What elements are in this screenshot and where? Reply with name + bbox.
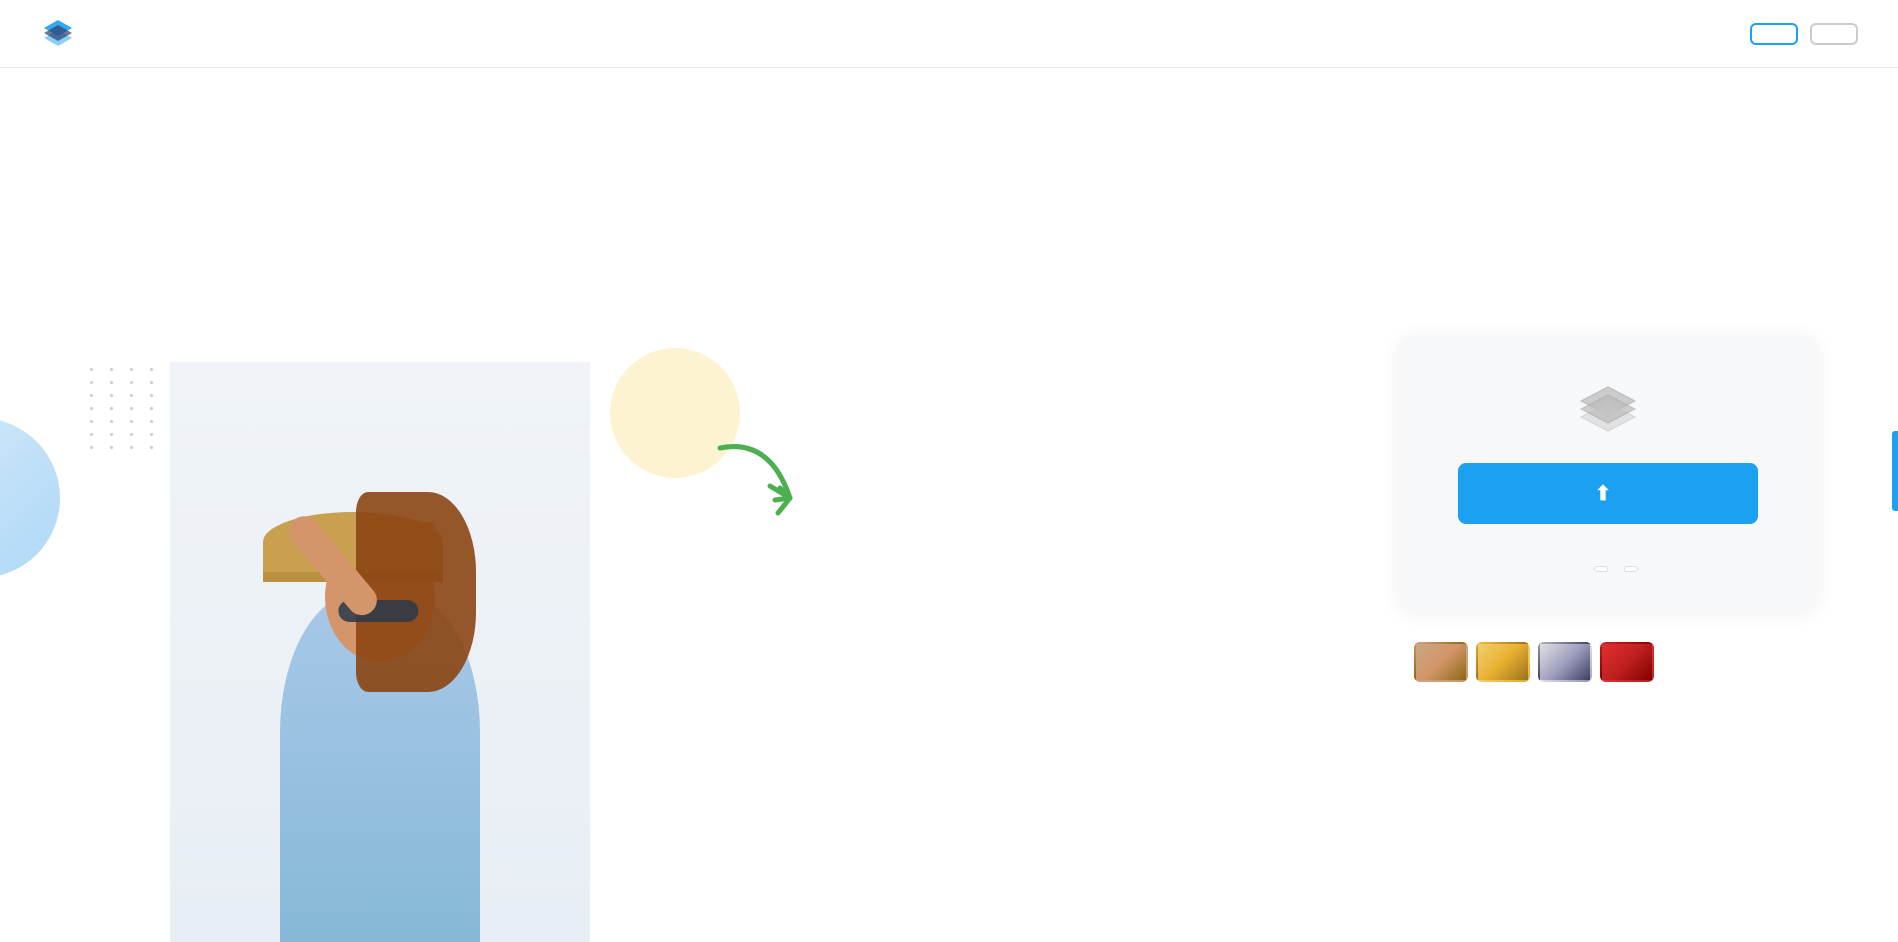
dot <box>130 381 133 384</box>
navbar <box>0 0 1898 68</box>
dot <box>110 433 113 436</box>
dot <box>110 420 113 423</box>
remove-background-button[interactable] <box>1750 23 1798 45</box>
v-key <box>1624 566 1638 572</box>
dot <box>130 407 133 410</box>
dot <box>150 420 153 423</box>
dot <box>130 420 133 423</box>
dot <box>130 446 133 449</box>
sample-thumb-2[interactable] <box>1476 642 1530 682</box>
layers-icon <box>1573 385 1643 435</box>
blue-arc-decoration <box>0 418 60 578</box>
dot <box>90 407 93 410</box>
green-arrow-icon <box>710 428 820 528</box>
dot <box>150 381 153 384</box>
dot <box>110 368 113 371</box>
dot <box>90 433 93 436</box>
dot <box>110 381 113 384</box>
scroll-indicator <box>1892 431 1898 511</box>
nav-left <box>40 16 198 52</box>
dot <box>90 394 93 397</box>
upload-card: ⬆ <box>1398 335 1818 612</box>
login-signup-button[interactable] <box>1810 23 1858 45</box>
hero-section: const dotsContainer = document.querySele… <box>0 68 1898 942</box>
sample-thumb-3[interactable] <box>1538 642 1592 682</box>
dot <box>150 394 153 397</box>
dot <box>90 368 93 371</box>
sample-thumbnails <box>1414 642 1654 682</box>
hero-image-woman <box>170 362 590 942</box>
upload-image-button[interactable]: ⬆ <box>1458 463 1758 524</box>
dot <box>130 394 133 397</box>
nav-right <box>1750 23 1858 45</box>
dot <box>150 433 153 436</box>
ctrl-key <box>1594 566 1608 572</box>
logo-icon <box>40 16 76 52</box>
sample-thumb-4[interactable] <box>1600 642 1654 682</box>
dot <box>110 394 113 397</box>
dot <box>90 420 93 423</box>
dot <box>150 368 153 371</box>
dot <box>150 407 153 410</box>
sample-thumb-1[interactable] <box>1414 642 1468 682</box>
logo[interactable] <box>40 16 86 52</box>
hero-content-right: ⬆ <box>1398 335 1818 696</box>
dot <box>90 381 93 384</box>
no-image-section <box>1398 642 1818 682</box>
dot <box>110 407 113 410</box>
dot <box>130 368 133 371</box>
paste-row <box>1578 566 1638 572</box>
dot <box>90 446 93 449</box>
dot <box>150 446 153 449</box>
dot <box>130 433 133 436</box>
dot <box>110 446 113 449</box>
upload-icon: ⬆ <box>1595 481 1612 506</box>
